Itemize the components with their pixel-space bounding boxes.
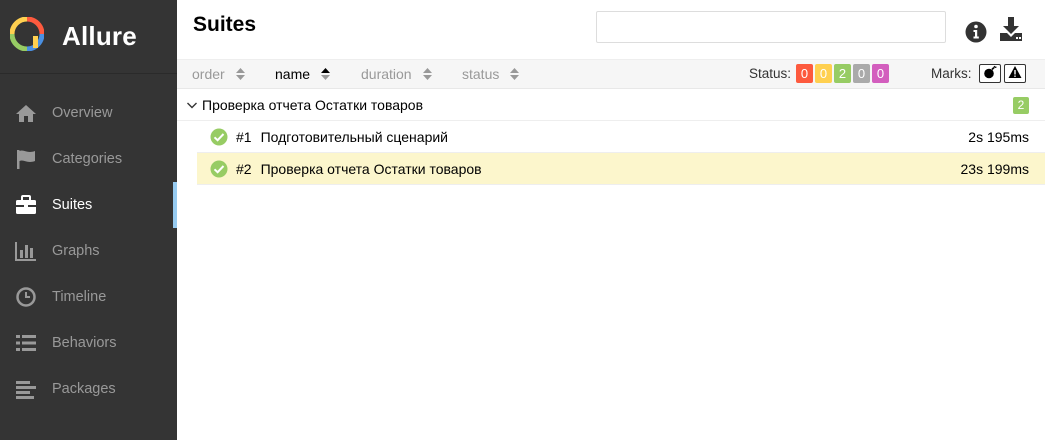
page-title: Suites: [193, 13, 257, 36]
sidebar-item-packages[interactable]: Packages: [0, 366, 177, 412]
bomb-icon: [983, 65, 997, 82]
sort-asc-icon: [321, 68, 331, 80]
download-icon[interactable]: [999, 15, 1023, 43]
sidebar-item-label: Packages: [52, 381, 116, 397]
test-duration: 23s 199ms: [960, 161, 1029, 177]
app-title: Allure: [62, 21, 137, 51]
status-failed-count[interactable]: 0: [796, 64, 814, 83]
test-order: #1: [236, 128, 252, 145]
test-name: Подготовительный сценарий: [260, 128, 448, 145]
flaky-mark-button[interactable]: [978, 64, 1001, 83]
warning-icon: [1008, 65, 1022, 82]
clock-icon: [15, 286, 37, 308]
tree-group[interactable]: Проверка отчета Остатки товаров 2: [177, 89, 1045, 121]
sidebar-item-suites[interactable]: Suites: [0, 182, 177, 228]
sort-icon: [510, 68, 520, 80]
main-pane: Suites order name duration status Status…: [177, 0, 1045, 440]
group-passed-count: 2: [1013, 97, 1029, 114]
sort-by-status[interactable]: status: [462, 66, 520, 82]
sort-label: name: [275, 66, 311, 82]
status-passed-count[interactable]: 2: [834, 64, 852, 83]
brand[interactable]: Allure: [0, 0, 177, 74]
align-left-icon: [15, 378, 37, 400]
sidebar-item-graphs[interactable]: Graphs: [0, 228, 177, 274]
marks-filter: Marks:: [931, 64, 1026, 83]
tree-toolbar: order name duration status Status: 0 0 2…: [177, 59, 1045, 89]
sidebar: Allure Overview Categories Suites Graphs: [0, 0, 177, 440]
sidebar-item-label: Categories: [52, 151, 123, 167]
status-skipped-count[interactable]: 0: [853, 64, 871, 83]
sidebar-item-label: Graphs: [52, 243, 100, 259]
briefcase-icon: [15, 194, 37, 216]
sort-by-duration[interactable]: duration: [361, 66, 432, 82]
sidebar-item-timeline[interactable]: Timeline: [0, 274, 177, 320]
sidebar-item-label: Suites: [52, 197, 93, 213]
list-icon: [15, 332, 37, 354]
search-input[interactable]: [596, 11, 946, 43]
sidebar-item-categories[interactable]: Categories: [0, 136, 177, 182]
sidebar-item-label: Behaviors: [52, 335, 117, 351]
sort-icon: [235, 68, 245, 80]
sidebar-item-behaviors[interactable]: Behaviors: [0, 320, 177, 366]
pane-header: Suites: [177, 0, 1045, 59]
sort-label: duration: [361, 66, 412, 82]
home-icon: [15, 102, 37, 124]
status-unknown-count[interactable]: 0: [872, 64, 890, 83]
status-filter: Status: 0 0 2 0 0: [749, 64, 890, 83]
test-row[interactable]: #1 Подготовительный сценарий 2s 195ms: [197, 121, 1045, 153]
test-duration: 2s 195ms: [968, 129, 1029, 145]
test-row-selected[interactable]: #2 Проверка отчета Остатки товаров 23s 1…: [197, 153, 1045, 185]
status-broken-count[interactable]: 0: [815, 64, 833, 83]
allure-logo-icon: [9, 16, 45, 56]
test-order: #2: [236, 160, 252, 177]
new-failed-mark-button[interactable]: [1003, 64, 1026, 83]
status-filter-label: Status:: [749, 66, 792, 81]
passed-status-icon: [210, 128, 228, 146]
group-name: Проверка отчета Остатки товаров: [202, 96, 424, 113]
sidebar-item-label: Overview: [52, 105, 113, 121]
flag-icon: [15, 148, 37, 170]
marks-filter-label: Marks:: [931, 66, 972, 81]
sidebar-item-label: Timeline: [52, 289, 107, 305]
sidebar-item-overview[interactable]: Overview: [0, 90, 177, 136]
sort-icon: [422, 68, 432, 80]
chevron-down-icon: [186, 99, 198, 111]
sort-label: order: [192, 66, 225, 82]
sidebar-nav: Overview Categories Suites Graphs Timeli…: [0, 90, 177, 412]
suites-tree: Проверка отчета Остатки товаров 2 #1 Под…: [177, 89, 1045, 185]
sort-by-name[interactable]: name: [275, 66, 331, 82]
sort-label: status: [462, 66, 500, 82]
sort-by-order[interactable]: order: [192, 66, 245, 82]
passed-status-icon: [210, 160, 228, 178]
bar-chart-icon: [15, 240, 37, 262]
info-icon[interactable]: [964, 18, 988, 46]
test-name: Проверка отчета Остатки товаров: [260, 160, 482, 177]
